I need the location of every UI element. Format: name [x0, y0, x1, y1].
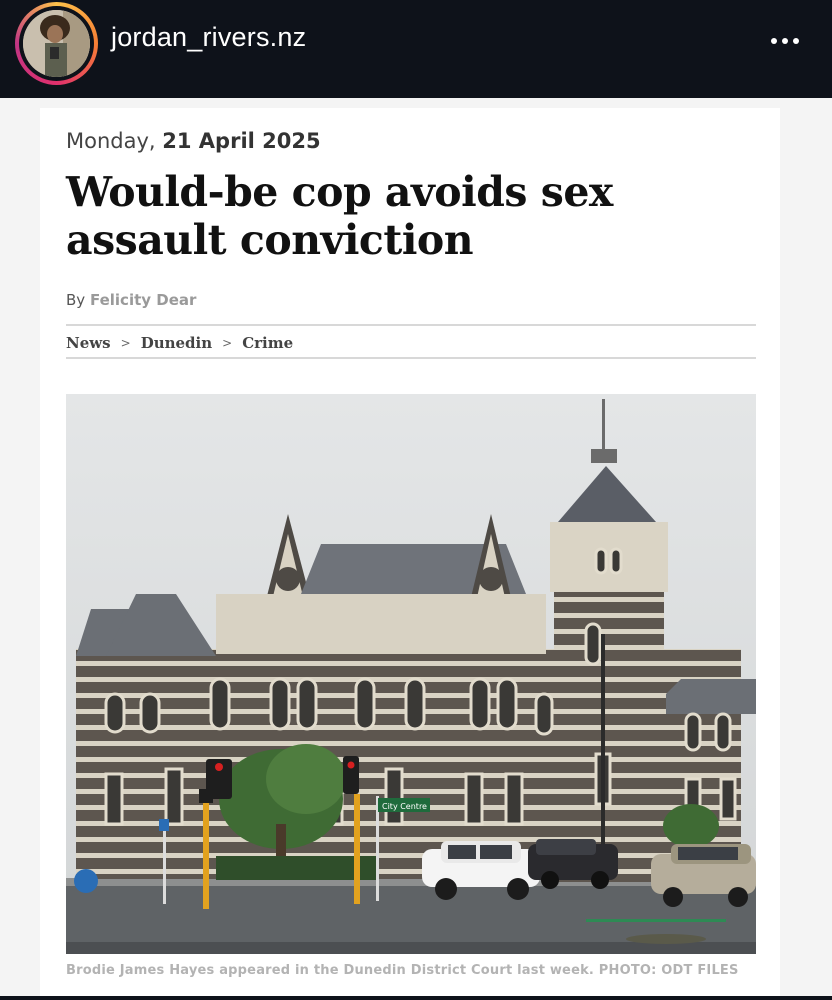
- breadcrumb-separator: >: [120, 336, 131, 350]
- username[interactable]: jordan_rivers.nz: [111, 22, 306, 53]
- avatar-photo: [23, 10, 90, 77]
- breadcrumb-separator: >: [222, 336, 233, 350]
- avatar-frame: [19, 6, 94, 81]
- more-horizontal-icon[interactable]: [760, 26, 810, 56]
- feed-divider: [0, 996, 832, 1000]
- date-value: 21 April 2025: [162, 129, 321, 153]
- author-name: Felicity Dear: [89, 291, 197, 309]
- post-header: jordan_rivers.nz: [0, 0, 832, 98]
- breadcrumb-dunedin[interactable]: Dunedin: [141, 334, 212, 352]
- photo-caption: Brodie James Hayes appeared in the Duned…: [66, 963, 739, 978]
- story-ring[interactable]: [15, 2, 98, 85]
- article-byline: By Felicity Dear: [66, 291, 196, 309]
- avatar[interactable]: [23, 10, 90, 77]
- date-weekday: Monday,: [66, 129, 156, 153]
- street-sign: City Centre: [382, 802, 427, 811]
- article-headline: Would-be cop avoids sex assault convicti…: [66, 168, 613, 264]
- divider: [66, 324, 756, 326]
- byline-prefix: By: [66, 291, 86, 309]
- courthouse-illustration: City Centre: [66, 394, 756, 954]
- breadcrumb: News > Dunedin > Crime: [66, 334, 293, 352]
- divider: [66, 357, 756, 359]
- breadcrumb-crime[interactable]: Crime: [242, 334, 293, 352]
- article-photo: City Centre: [66, 394, 756, 954]
- article-date: Monday, 21 April 2025: [66, 129, 321, 153]
- breadcrumb-news[interactable]: News: [66, 334, 111, 352]
